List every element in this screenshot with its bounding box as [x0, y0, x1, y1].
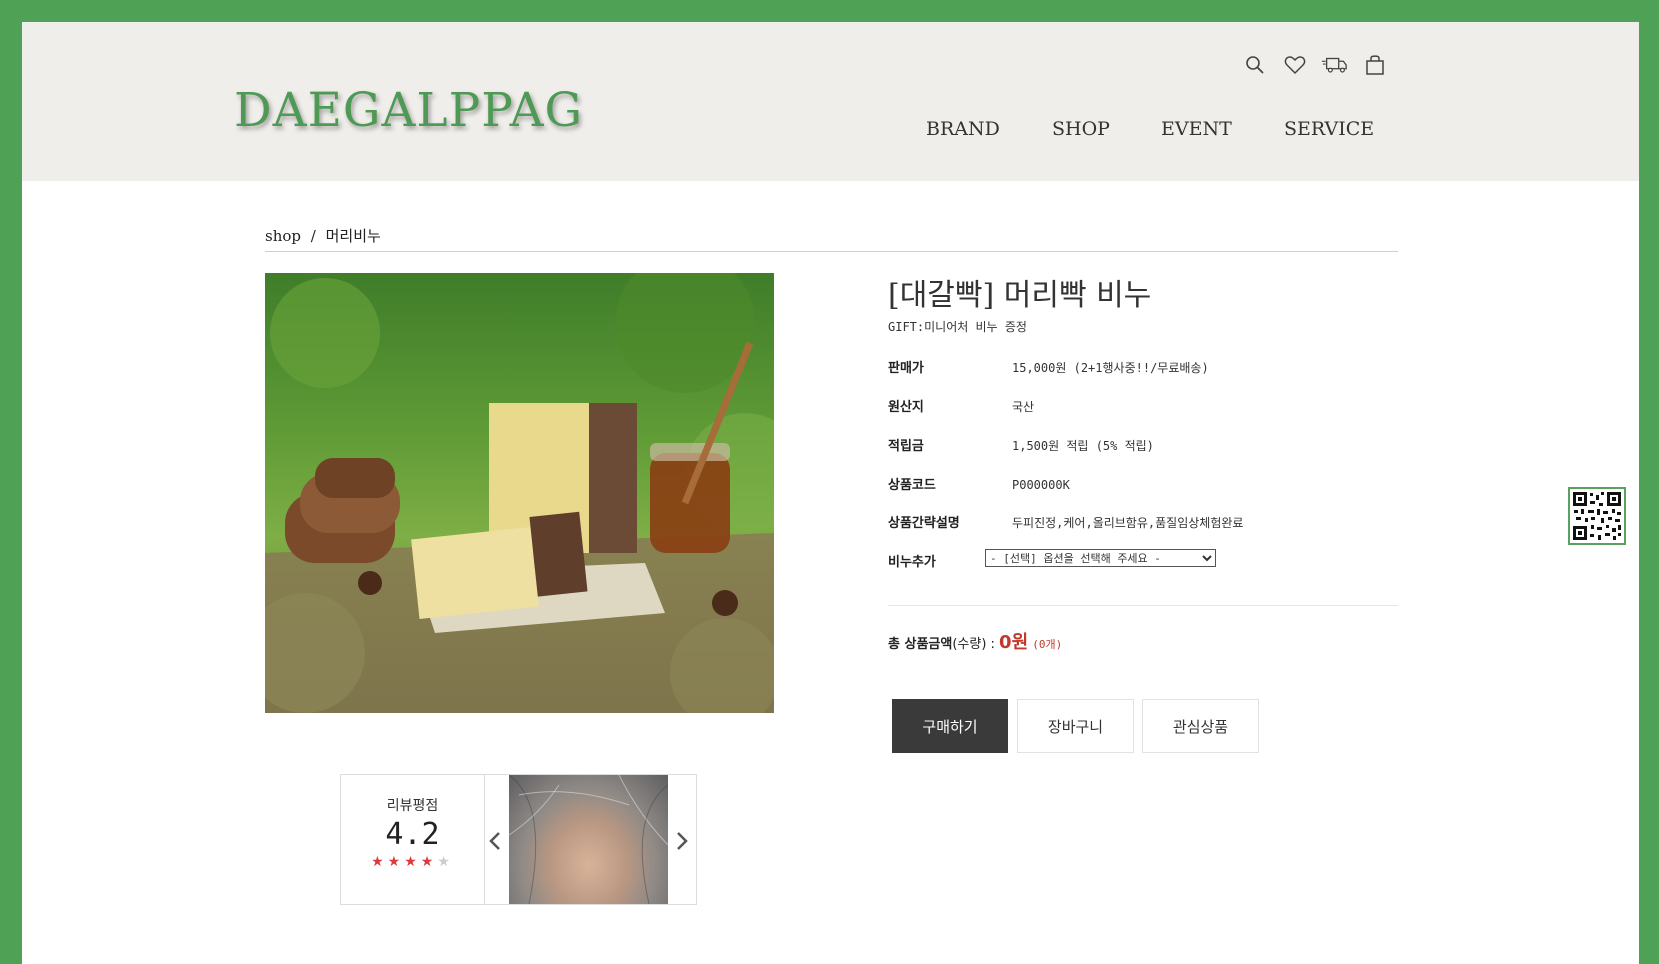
info-value: P000000K — [1012, 478, 1070, 492]
info-row-price: 판매가 15,000원 (2+1행사중!!/무료배송) — [888, 357, 1209, 376]
shopping-bag-icon[interactable] — [1362, 52, 1388, 78]
soap-option-select[interactable]: - [선택] 옵션을 선택해 주세요 - — [985, 549, 1216, 567]
star-empty-icon: ★ — [437, 854, 454, 870]
info-label: 원산지 — [888, 400, 924, 415]
heart-icon[interactable] — [1282, 52, 1308, 78]
info-label: 상품코드 — [888, 478, 936, 493]
info-value: 국산 — [1012, 400, 1035, 414]
info-label: 상품간략설명 — [888, 516, 960, 531]
search-icon[interactable] — [1242, 52, 1268, 78]
buy-button[interactable]: 구매하기 — [892, 699, 1008, 753]
info-value: 1,500원 적립 (5% 적립) — [1012, 439, 1154, 453]
delivery-truck-icon[interactable] — [1322, 52, 1348, 78]
review-score-panel: 리뷰평점 4.2 ★★★★★ — [341, 775, 485, 904]
info-row-origin: 원산지 국산 — [888, 396, 1034, 415]
prev-arrow-icon[interactable] — [487, 831, 503, 851]
info-row-summary: 상품간략설명 두피진정,케어,올리브함유,품질임상체험완료 — [888, 512, 1243, 531]
nav-shop[interactable]: SHOP — [1052, 118, 1110, 140]
info-row-points: 적립금 1,500원 적립 (5% 적립) — [888, 435, 1154, 454]
cart-button[interactable]: 장바구니 — [1017, 699, 1134, 753]
gift-text: GIFT:미니어처 비누 증정 — [888, 320, 1027, 334]
breadcrumb: shop / 머리비누 — [265, 225, 1398, 252]
header-icons — [1242, 52, 1388, 78]
wishlist-button[interactable]: 관심상품 — [1142, 699, 1259, 753]
star-icon: ★ — [420, 854, 438, 870]
next-arrow-icon[interactable] — [674, 831, 690, 851]
qr-code-icon[interactable] — [1568, 487, 1626, 545]
breadcrumb-current[interactable]: 머리비누 — [326, 227, 381, 245]
review-widget: 리뷰평점 4.2 ★★★★★ — [340, 774, 697, 905]
divider — [888, 605, 1398, 606]
info-label: 판매가 — [888, 361, 924, 376]
review-thumbnail[interactable] — [509, 775, 668, 904]
total-label: 총 상품금액 — [888, 637, 953, 652]
total-qty-label: (수량) : — [952, 637, 995, 652]
info-value: 두피진정,케어,올리브함유,품질임상체험완료 — [1012, 516, 1244, 530]
review-score: 4.2 — [385, 817, 440, 852]
site-header: DAEGALPPAG BRAND SHOP EVENT SERVICE — [22, 22, 1639, 181]
info-label: 적립금 — [888, 439, 924, 454]
review-label: 리뷰평점 — [386, 798, 439, 814]
nav-event[interactable]: EVENT — [1161, 118, 1232, 140]
breadcrumb-root[interactable]: shop — [265, 227, 301, 245]
total-price: 총 상품금액(수량) : 0원 (0개) — [888, 628, 1062, 654]
brand-logo[interactable]: DAEGALPPAG — [234, 83, 583, 138]
product-title: [대갈빡] 머리빡 비누 — [888, 278, 1152, 313]
star-icon: ★ — [404, 854, 421, 870]
total-count: (0개) — [1032, 638, 1063, 651]
product-image — [265, 273, 774, 713]
page-frame: DAEGALPPAG BRAND SHOP EVENT SERVICE shop… — [22, 22, 1639, 964]
breadcrumb-separator: / — [310, 227, 316, 245]
info-row-product-code: 상품코드 P000000K — [888, 474, 1070, 493]
star-icon: ★ — [387, 854, 405, 870]
rating-stars: ★★★★★ — [341, 854, 484, 870]
star-icon: ★ — [371, 854, 388, 870]
total-amount: 0원 — [999, 632, 1029, 653]
nav-brand[interactable]: BRAND — [926, 118, 1000, 140]
nav-service[interactable]: SERVICE — [1284, 118, 1374, 140]
info-value: 15,000원 (2+1행사중!!/무료배송) — [1012, 361, 1209, 375]
